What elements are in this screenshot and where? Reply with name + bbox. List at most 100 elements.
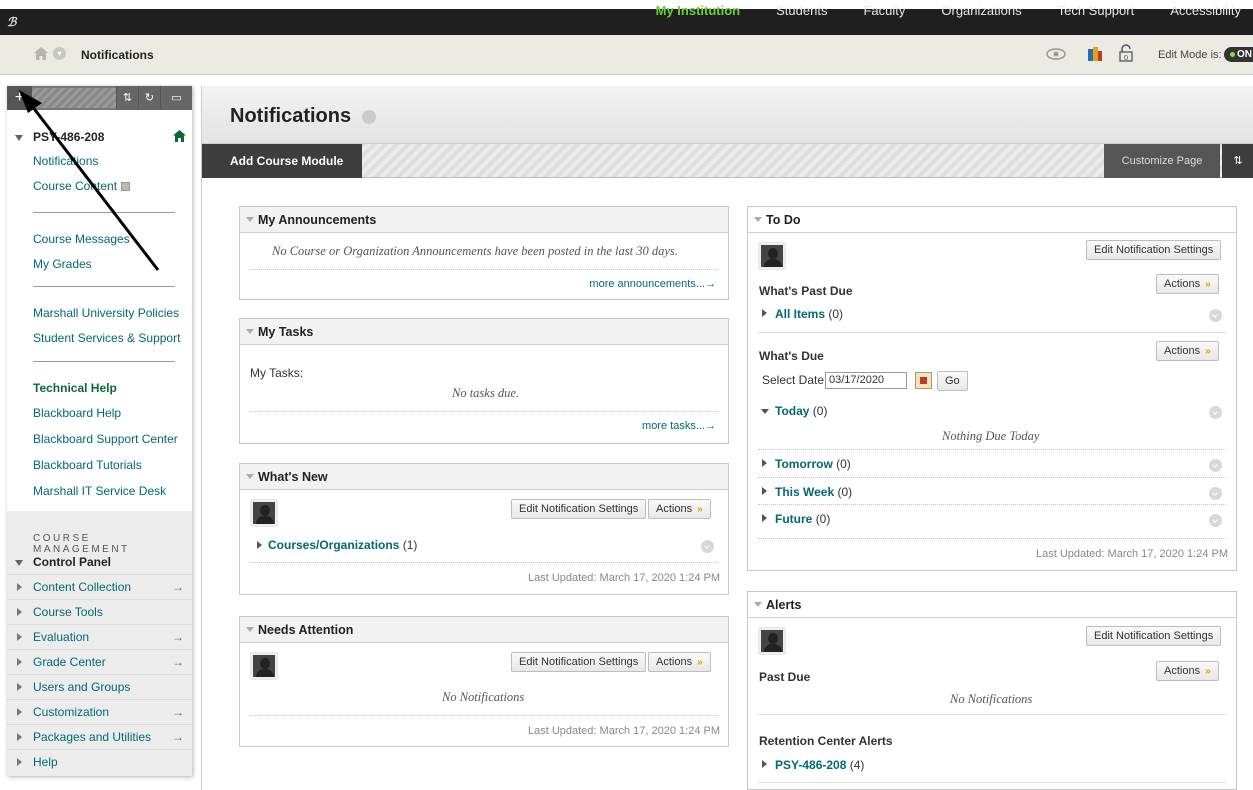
menu-item-notifications[interactable]: Notifications [33,154,98,168]
menu-item-blackboard-support[interactable]: Blackboard Support Center [33,432,178,446]
today-row[interactable]: Today (0) [775,404,827,418]
edit-notification-settings-button[interactable]: Edit Notification Settings [1086,626,1222,646]
module-header[interactable]: My Announcements [240,207,728,233]
chevron-down-icon[interactable] [362,110,376,124]
module-header[interactable]: What's New [240,464,728,490]
cp-item-label: Packages and Utilities [33,730,152,744]
item-menu-icon[interactable] [1209,406,1222,419]
actions-button[interactable]: Actions » [648,652,711,672]
expand-icon[interactable] [257,541,262,549]
actions-button[interactable]: Actions » [648,499,711,519]
menu-item-student-services[interactable]: Student Services & Support [33,331,180,345]
retention-course-row[interactable]: PSY-486-208 (4) [775,758,864,772]
actions-button[interactable]: Actions » [1156,341,1219,361]
menu-divider [33,361,175,362]
module-header[interactable]: Needs Attention [240,617,728,643]
add-course-module-button[interactable]: Add Course Module [202,144,362,178]
lock-icon[interactable]: 0 [1118,44,1134,62]
whats-due-heading: What's Due [759,349,824,363]
edit-mode-toggle[interactable]: ON [1224,47,1253,62]
module-header[interactable]: My Tasks [240,319,728,345]
actions-label: Actions [656,656,693,668]
item-menu-icon[interactable] [1209,487,1222,500]
expand-icon[interactable] [762,760,767,768]
reorder-icon[interactable]: ⇅ [1222,144,1253,178]
date-input[interactable]: 03/17/2020 [825,372,907,389]
item-menu-icon[interactable] [1209,514,1222,527]
actions-button[interactable]: Actions » [1156,274,1219,294]
item-menu-icon[interactable] [1209,309,1222,322]
tab-accessibility[interactable]: Accessibility [1170,3,1241,18]
item-link[interactable]: Courses/Organizations [268,538,399,552]
expand-icon[interactable] [762,459,767,467]
collapse-icon [754,217,762,222]
avatar [251,653,277,679]
student-preview-icon[interactable] [1046,48,1066,60]
this-week-link[interactable]: This Week [775,485,834,499]
home-icon[interactable] [34,47,48,60]
refresh-icon[interactable]: ↻ [138,86,160,110]
avatar [759,628,785,654]
menu-item-blackboard-tutorials[interactable]: Blackboard Tutorials [33,458,142,472]
go-button[interactable]: Go [937,371,968,391]
expand-icon [17,658,22,666]
more-announcements-link[interactable]: more announcements...→ [589,278,716,290]
chevron-down-icon[interactable]: ▾ [53,47,66,60]
cp-item-evaluation[interactable]: Evaluation → [7,624,192,649]
retention-course-link[interactable]: PSY-486-208 [775,758,846,772]
avatar [759,243,785,269]
today-link[interactable]: Today [775,404,809,418]
expand-icon[interactable] [762,514,767,522]
theme-palette-icon[interactable] [1088,47,1102,61]
control-panel-header[interactable]: Control Panel [15,555,111,569]
module-header[interactable]: Alerts [748,592,1236,618]
future-link[interactable]: Future [775,512,812,526]
more-tasks-link[interactable]: more tasks...→ [642,420,716,432]
cp-item-users-groups[interactable]: Users and Groups [7,674,192,699]
module-title: What's New [258,470,328,484]
reorder-icon[interactable]: ⇅ [116,86,138,110]
menu-item-course-content[interactable]: Course Content [33,179,131,193]
collapse-icon [246,627,254,632]
tab-my-institution[interactable]: My Institution [656,3,741,18]
menu-item-course-messages[interactable]: Course Messages [33,232,130,246]
collapse-icon[interactable] [761,409,769,414]
item-menu-icon[interactable] [1209,459,1222,472]
expand-icon[interactable] [762,309,767,317]
tab-tech-support[interactable]: Tech Support [1058,3,1135,18]
cp-item-customization[interactable]: Customization → [7,699,192,724]
course-home-icon[interactable] [173,130,186,142]
menu-item-blackboard-help[interactable]: Blackboard Help [33,406,121,420]
folder-icon[interactable]: ▭ [160,86,192,110]
tomorrow-row[interactable]: Tomorrow (0) [775,457,851,471]
tomorrow-link[interactable]: Tomorrow [775,457,833,471]
edit-notification-settings-button[interactable]: Edit Notification Settings [511,499,647,519]
tab-organizations[interactable]: Organizations [941,3,1021,18]
menu-item-my-grades[interactable]: My Grades [33,257,92,271]
module-header[interactable]: To Do [748,207,1236,233]
cp-item-help[interactable]: Help [7,749,192,774]
expand-icon [17,683,22,691]
cp-item-content-collection[interactable]: Content Collection → [7,574,192,599]
course-title[interactable]: PSY-486-208 [15,130,104,144]
tab-faculty[interactable]: Faculty [863,3,905,18]
future-row[interactable]: Future (0) [775,512,830,526]
calendar-icon[interactable] [915,372,932,389]
item-menu-icon[interactable] [701,540,714,553]
customize-page-button[interactable]: Customize Page [1104,144,1220,178]
this-week-row[interactable]: This Week (0) [775,485,852,499]
edit-notification-settings-button[interactable]: Edit Notification Settings [511,652,647,672]
add-menu-item-button[interactable]: + [7,86,32,110]
all-items-row[interactable]: All Items (0) [775,307,843,321]
all-items-link[interactable]: All Items [775,307,825,321]
actions-button[interactable]: Actions » [1156,661,1219,681]
tab-students[interactable]: Students [776,3,827,18]
expand-icon[interactable] [762,487,767,495]
menu-item-policies[interactable]: Marshall University Policies [33,306,179,320]
courses-organizations-item[interactable]: Courses/Organizations (1) [268,538,417,552]
cp-item-packages[interactable]: Packages and Utilities → [7,724,192,749]
cp-item-course-tools[interactable]: Course Tools [7,599,192,624]
menu-item-it-service-desk[interactable]: Marshall IT Service Desk [33,484,166,498]
cp-item-grade-center[interactable]: Grade Center → [7,649,192,674]
edit-notification-settings-button[interactable]: Edit Notification Settings [1086,240,1222,260]
